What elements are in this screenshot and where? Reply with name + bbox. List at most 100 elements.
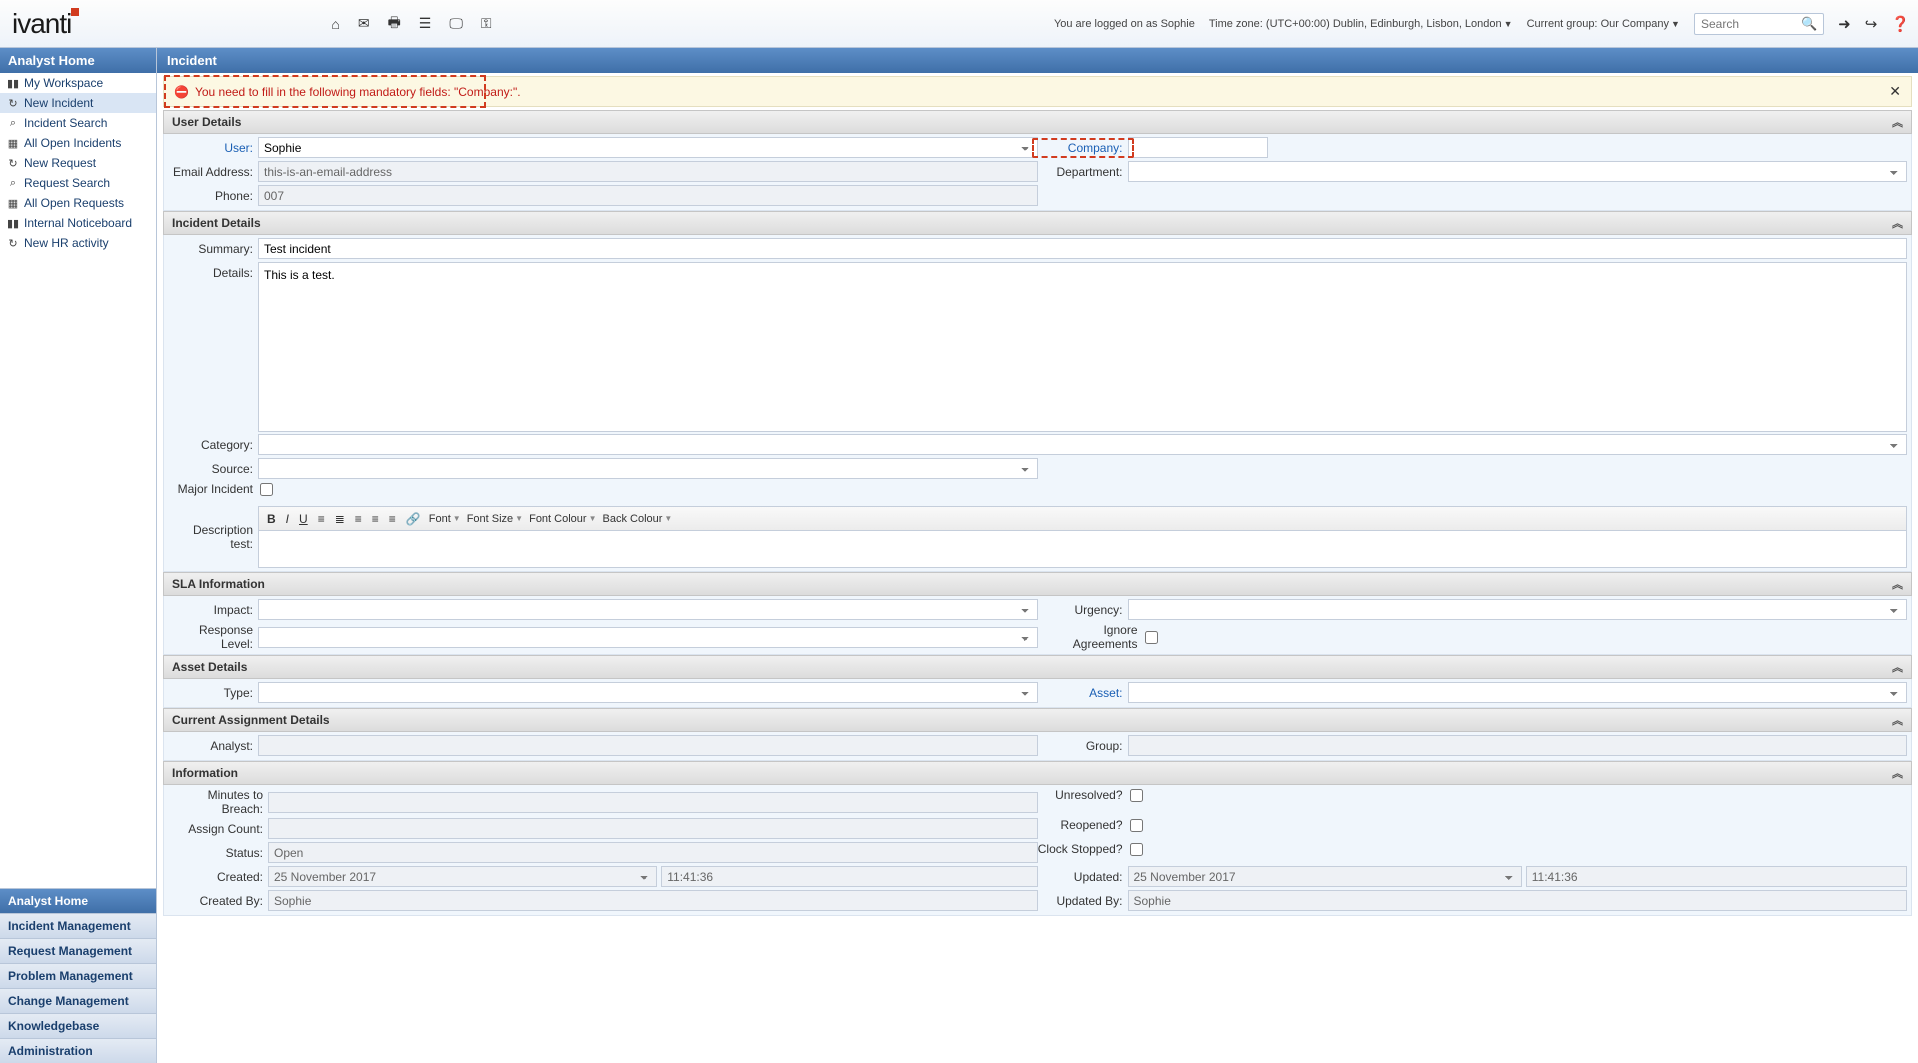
rte-fontcolour-select[interactable]: Font Colour▼ — [529, 513, 596, 525]
collapse-icon[interactable]: ︽ — [1892, 215, 1903, 231]
sidebar-item-all-open-incidents[interactable]: ▦All Open Incidents — [0, 133, 156, 153]
monitor-icon[interactable]: 🖵 — [449, 15, 463, 32]
nav-incident-management[interactable]: Incident Management — [0, 913, 156, 938]
type-input[interactable] — [258, 682, 1038, 703]
created-date-input — [268, 866, 657, 887]
details-textarea[interactable] — [258, 262, 1907, 432]
collapse-icon[interactable]: ︽ — [1892, 712, 1903, 728]
rte-italic-button[interactable]: I — [284, 512, 291, 526]
reopened-label: Reopened? — [1038, 818, 1128, 832]
section-information: Information︽ — [163, 761, 1912, 785]
rte-size-select[interactable]: Font Size▼ — [467, 513, 523, 525]
company-label[interactable]: Company: — [1038, 141, 1128, 155]
search-input[interactable] — [1695, 17, 1795, 31]
email-label: Email Address: — [168, 165, 258, 179]
rte-underline-button[interactable]: U — [297, 512, 310, 526]
rte-ul-button[interactable]: ≣ — [333, 512, 347, 526]
response-level-input[interactable] — [258, 627, 1038, 648]
analyst-label: Analyst: — [168, 739, 258, 753]
rte-align-left-button[interactable]: ≡ — [353, 512, 364, 526]
analyst-input — [258, 735, 1038, 756]
sidebar-item-new-request[interactable]: ↻New Request — [0, 153, 156, 173]
impact-input[interactable] — [258, 599, 1038, 620]
sidebar-item-incident-search[interactable]: ⌕Incident Search — [0, 113, 156, 133]
list-icon[interactable]: ☰ — [419, 15, 432, 32]
urgency-input[interactable] — [1128, 599, 1908, 620]
nav-analyst-home[interactable]: Analyst Home — [0, 888, 156, 913]
summary-input[interactable] — [258, 238, 1907, 259]
unresolved-checkbox[interactable] — [1130, 789, 1143, 802]
refresh-icon: ↻ — [7, 97, 19, 110]
rte-align-center-button[interactable]: ≡ — [370, 512, 381, 526]
details-label: Details: — [168, 262, 258, 280]
source-input[interactable] — [258, 458, 1038, 479]
rte-editor[interactable] — [258, 530, 1907, 568]
nav-change-management[interactable]: Change Management — [0, 988, 156, 1013]
updated-date-input — [1128, 866, 1522, 887]
group-selector[interactable]: Current group: Our Company▼ — [1527, 18, 1680, 30]
content-title: Incident — [157, 48, 1918, 73]
collapse-icon[interactable]: ︽ — [1892, 765, 1903, 781]
sidebar-item-new-hr-activity[interactable]: ↻New HR activity — [0, 233, 156, 253]
rte-ol-button[interactable]: ≡ — [316, 512, 327, 526]
alert-close-icon[interactable]: ✕ — [1889, 83, 1901, 100]
key-icon[interactable]: ⚿ — [481, 15, 492, 32]
nav-knowledgebase[interactable]: Knowledgebase — [0, 1013, 156, 1038]
asset-input[interactable] — [1128, 682, 1908, 703]
assign-count-input — [268, 818, 1038, 839]
department-input[interactable] — [1128, 161, 1908, 182]
created-label: Created: — [168, 870, 268, 884]
company-input[interactable] — [1128, 137, 1268, 158]
global-search[interactable]: 🔍 — [1694, 13, 1824, 35]
rte-link-button[interactable]: 🔗 — [404, 512, 423, 526]
clock-stopped-label: Clock Stopped? — [1038, 842, 1128, 856]
urgency-label: Urgency: — [1038, 603, 1128, 617]
ignore-agreements-checkbox[interactable] — [1145, 631, 1158, 644]
timezone-selector[interactable]: Time zone: (UTC+00:00) Dublin, Edinburgh… — [1209, 18, 1513, 30]
print-icon[interactable]: 🖶 — [388, 12, 401, 36]
minutes-label: Minutes to Breach: — [168, 788, 268, 816]
clock-stopped-checkbox[interactable] — [1130, 843, 1143, 856]
collapse-icon[interactable]: ︽ — [1892, 576, 1903, 592]
user-input[interactable] — [258, 137, 1038, 158]
rte-align-right-button[interactable]: ≡ — [387, 512, 398, 526]
help-icon[interactable]: ❓ — [1891, 15, 1910, 33]
login-icon[interactable]: ↪ — [1865, 15, 1878, 33]
category-input[interactable] — [258, 434, 1907, 455]
status-input — [268, 842, 1038, 863]
rte-toolbar: B I U ≡ ≣ ≡ ≡ ≡ 🔗 Font▼ Font Size▼ Font … — [258, 506, 1907, 530]
mail-icon[interactable]: ✉ — [358, 15, 370, 32]
response-level-label: Response Level: — [168, 623, 258, 651]
sidebar-item-new-incident[interactable]: ↻New Incident — [0, 93, 156, 113]
major-incident-checkbox[interactable] — [260, 483, 273, 496]
refresh-icon: ↻ — [7, 157, 19, 170]
search-icon[interactable]: 🔍 — [1795, 16, 1823, 32]
collapse-icon[interactable]: ︽ — [1892, 659, 1903, 675]
alert-text: You need to fill in the following mandat… — [195, 85, 521, 99]
sidebar-item-all-open-requests[interactable]: ▦All Open Requests — [0, 193, 156, 213]
grid-icon: ▦ — [7, 197, 19, 210]
forward-icon[interactable]: ➜ — [1838, 15, 1851, 33]
group-input — [1128, 735, 1908, 756]
nav-administration[interactable]: Administration — [0, 1038, 156, 1063]
rte-font-select[interactable]: Font▼ — [429, 513, 461, 525]
section-assignment: Current Assignment Details︽ — [163, 708, 1912, 732]
updated-by-input — [1128, 890, 1908, 911]
ignore-agreements-label: Ignore Agreements — [1038, 623, 1143, 651]
sidebar-item-request-search[interactable]: ⌕Request Search — [0, 173, 156, 193]
search-sm-icon: ⌕ — [7, 117, 19, 130]
nav-problem-management[interactable]: Problem Management — [0, 963, 156, 988]
sidebar-item-my-workspace[interactable]: ▮▮My Workspace — [0, 73, 156, 93]
category-label: Category: — [168, 438, 258, 452]
nav-request-management[interactable]: Request Management — [0, 938, 156, 963]
home-icon[interactable]: ⌂ — [331, 16, 339, 32]
collapse-icon[interactable]: ︽ — [1892, 114, 1903, 130]
minutes-input — [268, 792, 1038, 813]
asset-label[interactable]: Asset: — [1038, 686, 1128, 700]
rte-backcolour-select[interactable]: Back Colour▼ — [603, 513, 673, 525]
sidebar-item-noticeboard[interactable]: ▮▮Internal Noticeboard — [0, 213, 156, 233]
rte-bold-button[interactable]: B — [265, 512, 278, 526]
user-label[interactable]: User: — [168, 141, 258, 155]
reopened-checkbox[interactable] — [1130, 819, 1143, 832]
created-by-label: Created By: — [168, 894, 268, 908]
